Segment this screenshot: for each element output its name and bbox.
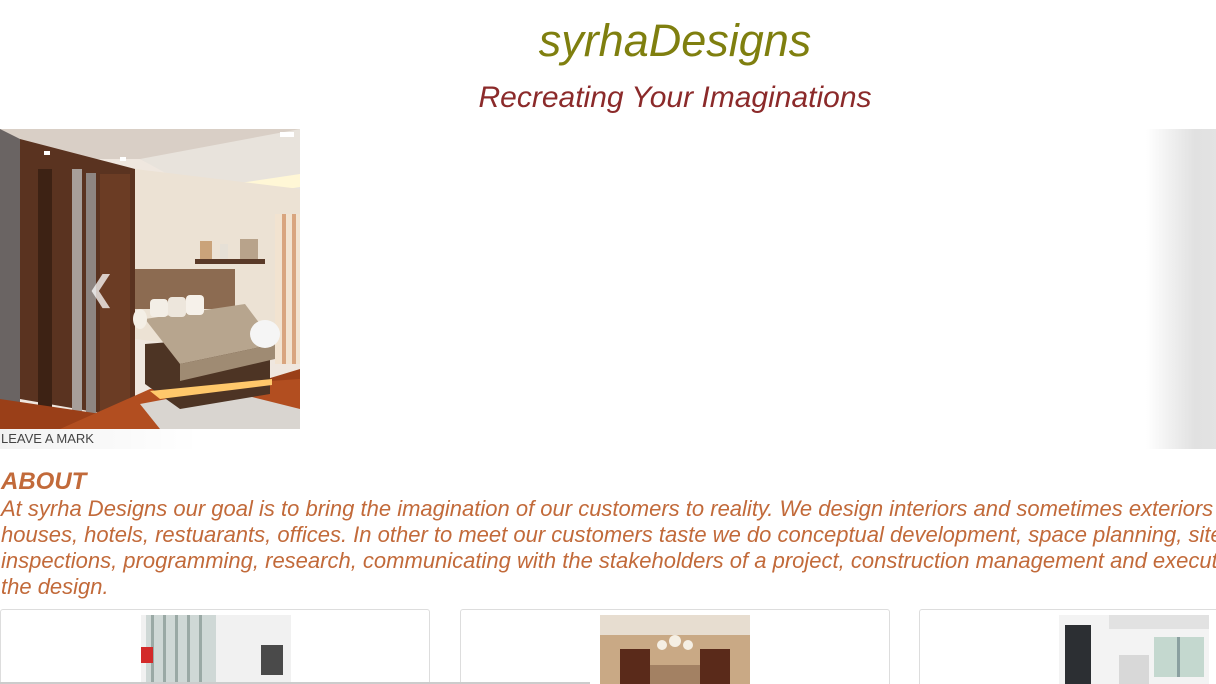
carousel-prev-button[interactable]: ❮ <box>86 271 116 307</box>
page: syrhaDesigns Recreating Your Imagination… <box>0 0 1216 684</box>
card-image-kitchen <box>1059 615 1209 684</box>
chevron-left-icon: ❮ <box>86 270 116 308</box>
gallery-card[interactable] <box>0 609 430 684</box>
about-text: At syrha Designs our goal is to bring th… <box>1 496 1216 599</box>
about-section: ABOUT At syrha Designs our goal is to br… <box>1 468 1216 600</box>
gallery-card[interactable] <box>460 609 890 684</box>
carousel-next-control[interactable] <box>1146 129 1216 449</box>
site-tagline: Recreating Your Imaginations <box>478 81 872 114</box>
site-title: syrhaDesigns <box>538 15 812 66</box>
about-heading: ABOUT <box>1 468 87 495</box>
slide-image-bedroom <box>0 129 300 429</box>
card-image-lounge <box>600 615 750 684</box>
image-carousel: ❮ LEAVE A MARK <box>0 129 1216 449</box>
slide-caption: LEAVE A MARK <box>1 431 94 446</box>
card-image-living-room <box>141 615 291 684</box>
gallery-card[interactable] <box>919 609 1216 684</box>
